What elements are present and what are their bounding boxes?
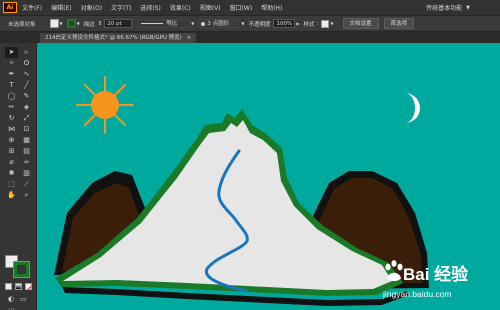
- gradient-tool-icon[interactable]: ▤: [20, 146, 33, 157]
- style-label: 样式: [303, 21, 315, 28]
- direct-selection-tool-icon[interactable]: ▹: [20, 47, 33, 58]
- artboard-tool-icon[interactable]: ⬚: [5, 179, 18, 190]
- menu-help[interactable]: 帮助(H): [261, 3, 282, 12]
- shape-builder-tool-icon[interactable]: ⊕: [5, 135, 18, 146]
- color-mode-icon[interactable]: [5, 283, 12, 290]
- moon: [405, 93, 420, 123]
- stroke-weight-field[interactable]: 20 pt: [104, 19, 133, 28]
- workspace-switcher[interactable]: 传统基本功能 ▼: [422, 2, 474, 13]
- edit-toolbar-icon[interactable]: ⋯: [8, 305, 15, 310]
- document-tab[interactable]: 214白定义预设文件格式* @ 66.67% (RGB/GPU 预览) ×: [40, 33, 197, 43]
- menu-object[interactable]: 对象(O): [81, 3, 102, 12]
- document-setup-button[interactable]: 文档设置: [342, 18, 379, 29]
- fill-stroke-control: [5, 255, 33, 281]
- zoom-tool-icon[interactable]: ⌕: [20, 190, 33, 201]
- watermark-url: jingyan.baidu.com: [383, 289, 452, 299]
- free-transform-tool-icon[interactable]: ⊡: [20, 124, 33, 135]
- paintbrush-tool-icon[interactable]: ✎: [20, 91, 33, 102]
- watermark-brand: Bai 经验: [403, 265, 469, 284]
- curvature-tool-icon[interactable]: ∿: [20, 69, 33, 80]
- stroke-profile-line: [141, 23, 164, 24]
- preferences-button[interactable]: 首选项: [383, 18, 415, 29]
- stroke-color-box[interactable]: [13, 261, 30, 278]
- variable-width-profile[interactable]: 等比: [138, 19, 191, 28]
- tools-grid: ➤ ▹ ✧ ʘ ✒ ∿ T ╱ ◯ ✎ ✏ ◈ ↻ ⤢ ⋈ ⊡ ⊕ ▦ ⊞ ▤ ⌀ ∞ ✺ ▥ ⬚ ⟋ ✋ ⌕: [5, 47, 33, 201]
- eraser-tool-icon[interactable]: ◈: [20, 102, 33, 113]
- style-swatch[interactable]: [321, 19, 330, 28]
- line-tool-icon[interactable]: ╱: [20, 80, 33, 91]
- pencil-tool-icon[interactable]: ✏: [5, 102, 18, 113]
- scale-tool-icon[interactable]: ⤢: [20, 113, 33, 124]
- perspective-grid-tool-icon[interactable]: ▦: [20, 135, 33, 146]
- menu-effect[interactable]: 效果(C): [170, 3, 191, 12]
- eyedropper-tool-icon[interactable]: ⌀: [5, 157, 18, 168]
- hand-tool-icon[interactable]: ✋: [5, 190, 18, 201]
- stroke-swatch[interactable]: [66, 19, 76, 28]
- none-mode-icon[interactable]: [25, 283, 32, 290]
- document-title: 214白定义预设文件格式* @ 66.67% (RGB/GPU 预览): [45, 35, 182, 41]
- opacity-label[interactable]: 不透明度: [248, 20, 270, 28]
- brush-label: 3 点圆形: [207, 20, 230, 27]
- menu-edit[interactable]: 编辑(E): [51, 3, 71, 12]
- rotate-tool-icon[interactable]: ↻: [5, 113, 18, 124]
- ellipse-tool-icon[interactable]: ◯: [5, 91, 18, 102]
- workspace-label: 传统基本功能: [426, 5, 463, 12]
- artboard-canvas[interactable]: Bai 经验 jingyan.baidu.com: [37, 43, 500, 310]
- chevron-down-icon: ▼: [466, 4, 470, 11]
- stroke-label[interactable]: 描边: [84, 20, 95, 28]
- menu-select[interactable]: 选择(S): [140, 3, 161, 12]
- brush-dot-icon: [201, 21, 206, 26]
- control-bar: 未选择对象 ▼ ▼ 描边 ⇕ 20 pt 等比 ▼ 3 点圆形 ▼ 不透明度 1…: [0, 15, 500, 32]
- blend-tool-icon[interactable]: ∞: [20, 157, 33, 168]
- menu-file[interactable]: 文件(F): [22, 3, 42, 12]
- color-modes: [5, 283, 32, 290]
- tools-panel: ➤ ▹ ✧ ʘ ✒ ∿ T ╱ ◯ ✎ ✏ ◈ ↻ ⤢ ⋈ ⊡ ⊕ ▦ ⊞ ▤ ⌀ ∞ ✺ ▥ ⬚ ⟋ ✋ ⌕ ◐ ▭ ⋯: [0, 43, 37, 310]
- stroke-style-label: 等比: [166, 20, 178, 27]
- selection-status: 未选择对象: [8, 21, 36, 28]
- menu-bar: Ai 文件(F) 编辑(E) 对象(O) 文字(T) 选择(S) 效果(C) 视…: [0, 0, 500, 15]
- chevron-down-icon[interactable]: ▼: [191, 21, 194, 26]
- gradient-mode-icon[interactable]: [15, 283, 22, 290]
- chevron-down-icon[interactable]: ▼: [241, 21, 244, 26]
- type-tool-icon[interactable]: T: [5, 80, 18, 91]
- slice-tool-icon[interactable]: ⟋: [20, 179, 33, 190]
- sun: [91, 91, 119, 119]
- stepper-icon[interactable]: ⇕: [98, 21, 103, 27]
- selection-tool-icon[interactable]: ➤: [5, 47, 18, 58]
- width-tool-icon[interactable]: ⋈: [5, 124, 18, 135]
- fill-swatch[interactable]: [49, 19, 59, 28]
- app-logo[interactable]: Ai: [3, 2, 17, 13]
- lasso-tool-icon[interactable]: ʘ: [20, 58, 33, 69]
- pen-tool-icon[interactable]: ✒: [5, 69, 18, 80]
- opacity-field[interactable]: 100%: [273, 19, 296, 28]
- chevron-right-icon[interactable]: ▶: [296, 21, 299, 26]
- column-graph-tool-icon[interactable]: ▥: [20, 168, 33, 179]
- baidu-watermark: Bai 经验 jingyan.baidu.com: [381, 256, 491, 306]
- draw-mode-icon[interactable]: ◐: [8, 295, 14, 303]
- document-tab-bar: 214白定义预设文件格式* @ 66.67% (RGB/GPU 预览) ×: [37, 32, 500, 43]
- menu-view[interactable]: 视图(V): [200, 3, 221, 12]
- mesh-tool-icon[interactable]: ⊞: [5, 146, 18, 157]
- chevron-down-icon[interactable]: ▼: [77, 21, 80, 26]
- close-icon[interactable]: ×: [187, 35, 192, 41]
- menu-type[interactable]: 文字(T): [111, 3, 131, 12]
- magic-wand-tool-icon[interactable]: ✧: [5, 58, 18, 69]
- screen-mode-icon[interactable]: ▭: [20, 295, 27, 303]
- symbol-sprayer-tool-icon[interactable]: ✺: [5, 168, 18, 179]
- chevron-down-icon[interactable]: ▼: [330, 21, 333, 26]
- brush-definition[interactable]: 3 点圆形: [198, 19, 241, 28]
- menu-window[interactable]: 窗口(W): [230, 3, 253, 12]
- chevron-down-icon[interactable]: ▼: [60, 21, 63, 26]
